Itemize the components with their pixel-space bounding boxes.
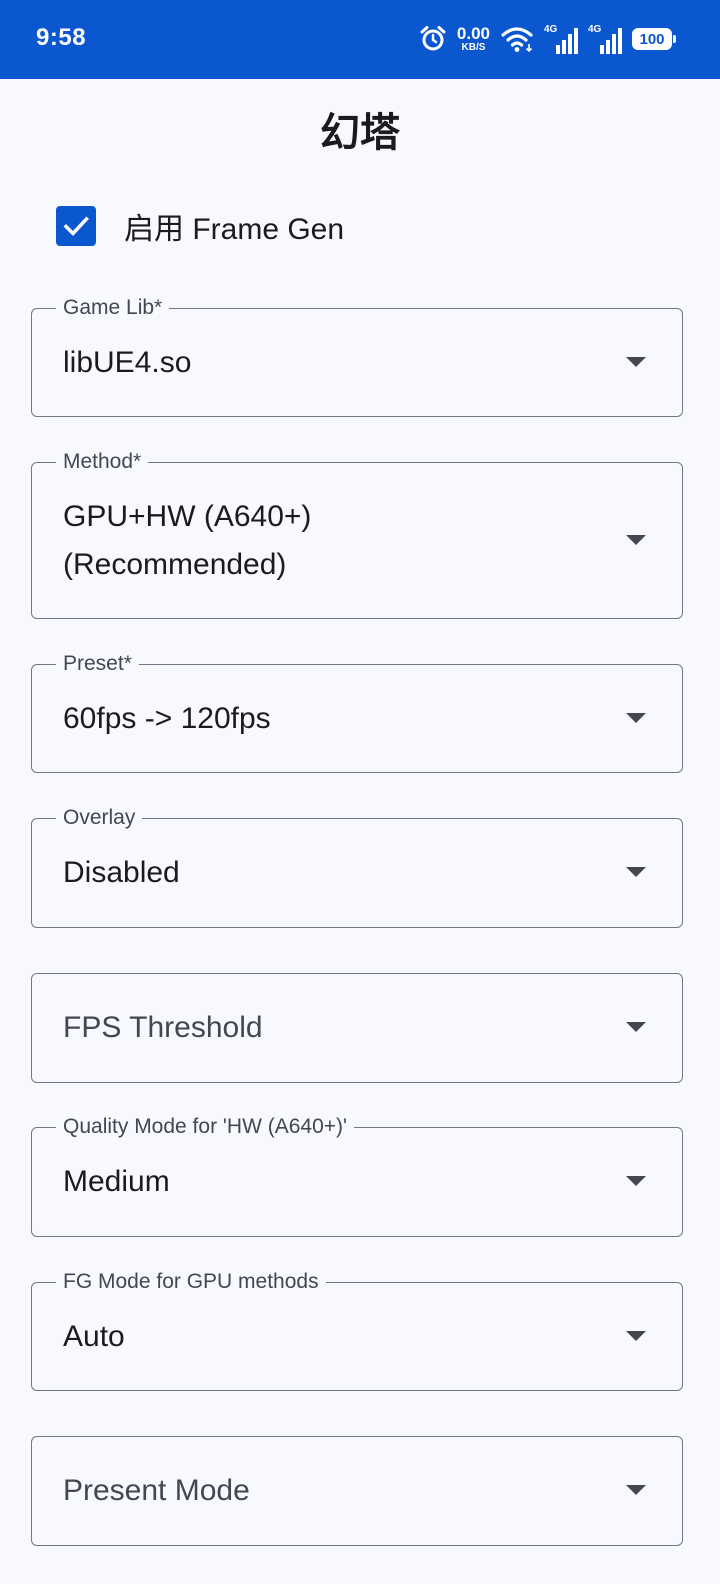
overlay-value: Disabled: [63, 856, 180, 889]
frame-gen-checkbox[interactable]: [56, 206, 96, 246]
fg-mode-value: Auto: [63, 1319, 125, 1353]
quality-mode-label: Quality Mode for 'HW (A640+)': [56, 1114, 355, 1140]
overlay-label: Overlay: [56, 805, 143, 831]
signal-icon: 4G: [544, 24, 578, 54]
battery-icon: 100: [632, 28, 676, 50]
dropdown-arrow-icon: [626, 1022, 646, 1032]
wifi-icon: [500, 25, 534, 53]
network-speed-unit: KB/S: [461, 42, 486, 53]
dropdown-arrow-icon: [626, 356, 646, 367]
frame-gen-toggle[interactable]: 启用 Frame Gen: [56, 205, 344, 247]
method-dropdown[interactable]: Method* GPU+HW (A640+) (Recommended): [31, 449, 683, 619]
quality-mode-value: Medium: [63, 1165, 170, 1198]
dropdown-arrow-icon: [626, 712, 646, 723]
fps-threshold-dropdown[interactable]: FPS Threshold: [31, 973, 683, 1083]
quality-mode-dropdown[interactable]: Quality Mode for 'HW (A640+)' Medium: [31, 1114, 683, 1237]
method-label: Method*: [56, 449, 149, 475]
battery-level: 100: [639, 30, 665, 48]
dropdown-arrow-icon: [626, 534, 646, 545]
present-mode-dropdown[interactable]: Present Mode: [31, 1436, 683, 1546]
network-speed-value: 0.00: [456, 24, 490, 43]
fg-mode-label: FG Mode for GPU methods: [56, 1269, 326, 1295]
page-title: 幻塔: [320, 111, 400, 155]
network-speed: 0.00 KB/S: [457, 25, 490, 53]
fg-mode-dropdown[interactable]: FG Mode for GPU methods Auto: [31, 1269, 683, 1391]
alarm-icon: [419, 25, 447, 53]
status-time: 9:58: [36, 24, 87, 51]
frame-gen-label: 启用 Frame Gen: [124, 213, 345, 246]
game-lib-label: Game Lib*: [56, 295, 170, 321]
fps-threshold-placeholder: FPS Threshold: [63, 1011, 263, 1044]
dropdown-arrow-icon: [626, 1330, 646, 1341]
signal-icon: 4G: [588, 24, 622, 54]
status-icons: 0.00 KB/S 4G 4G 100: [419, 22, 676, 56]
preset-dropdown[interactable]: Preset* 60fps -> 120fps: [31, 651, 683, 773]
method-value: GPU+HW (A640+) (Recommended): [63, 499, 312, 581]
preset-label: Preset*: [56, 651, 139, 677]
game-lib-dropdown[interactable]: Game Lib* libUE4.so: [31, 295, 683, 417]
dropdown-arrow-icon: [626, 867, 646, 877]
preset-value: 60fps -> 120fps: [63, 701, 271, 735]
check-icon: [63, 216, 89, 237]
dropdown-arrow-icon: [626, 1485, 646, 1495]
dropdown-arrow-icon: [626, 1176, 646, 1186]
game-lib-value: libUE4.so: [63, 345, 192, 379]
present-mode-placeholder: Present Mode: [63, 1474, 250, 1507]
overlay-dropdown[interactable]: Overlay Disabled: [31, 805, 683, 928]
status-bar: 9:58 0.00 KB/S 4G 4G 100: [0, 0, 720, 79]
